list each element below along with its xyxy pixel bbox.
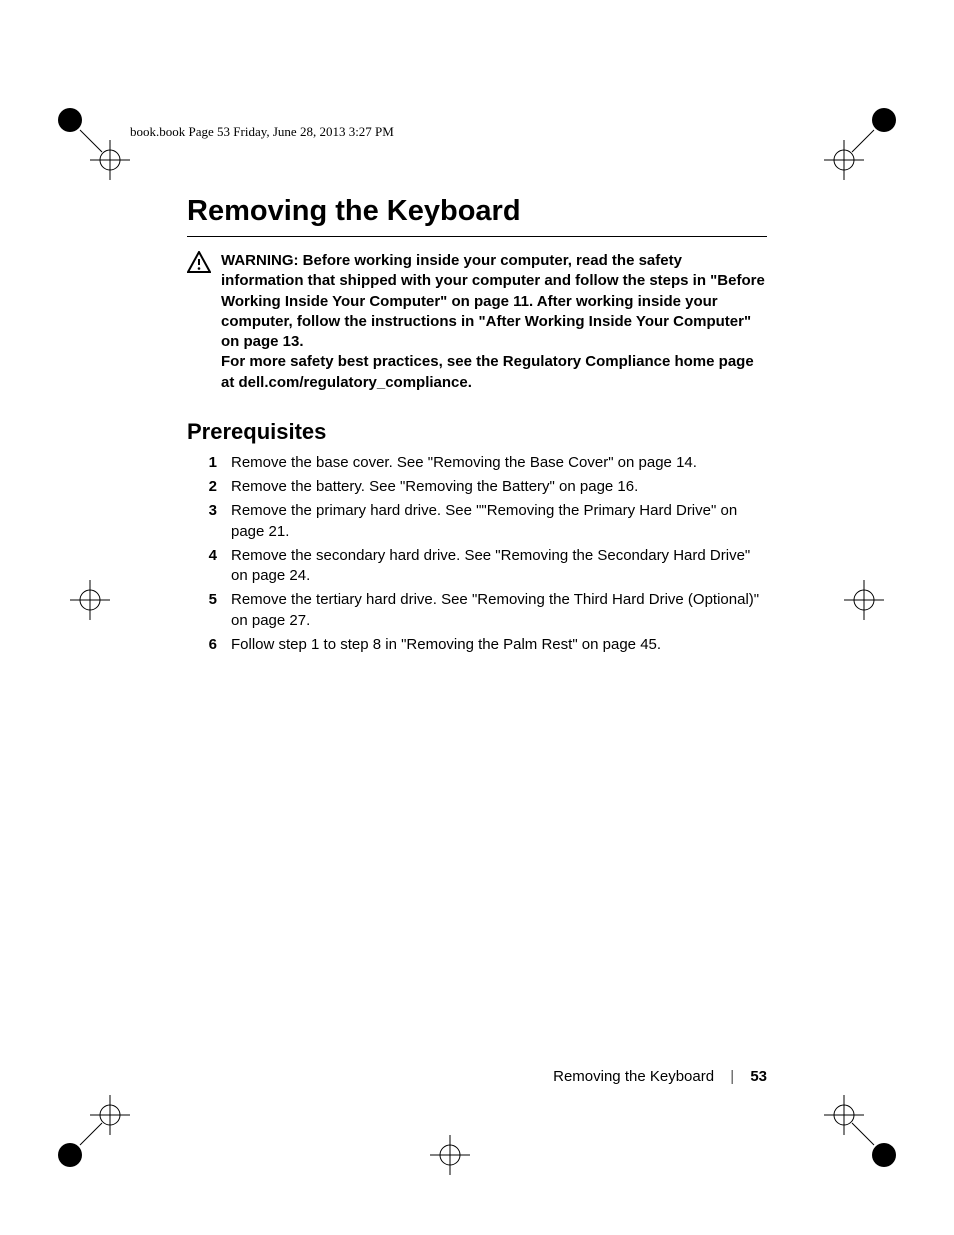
reg-mark-icon <box>430 1135 470 1175</box>
page-title: Removing the Keyboard <box>187 195 767 228</box>
content: Removing the Keyboard WARNING: Before wo… <box>187 195 767 659</box>
page-number: 53 <box>750 1068 767 1085</box>
reg-mark-icon <box>844 580 884 620</box>
reg-mark-icon <box>814 100 904 190</box>
warning-text: WARNING: Before working inside your comp… <box>221 251 767 393</box>
list-item: 1Remove the base cover. See "Removing th… <box>187 453 767 473</box>
reg-mark-icon <box>50 1085 140 1175</box>
footer-separator: | <box>730 1068 734 1085</box>
reg-mark-icon <box>70 580 110 620</box>
list-item: 5Remove the tertiary hard drive. See "Re… <box>187 590 767 631</box>
page: book.book Page 53 Friday, June 28, 2013 … <box>0 0 954 1235</box>
warning-body-2: For more safety best practices, see the … <box>221 353 754 390</box>
list-item: 4Remove the secondary hard drive. See "R… <box>187 546 767 587</box>
section-heading: Prerequisites <box>187 419 767 445</box>
footer-title: Removing the Keyboard <box>553 1068 714 1085</box>
prerequisites-list: 1Remove the base cover. See "Removing th… <box>187 453 767 655</box>
warning-icon <box>187 251 211 278</box>
reg-mark-icon <box>50 100 140 190</box>
list-item: 6Follow step 1 to step 8 in "Removing th… <box>187 635 767 655</box>
warning-label: WARNING: <box>221 252 299 269</box>
list-item: 3Remove the primary hard drive. See ""Re… <box>187 501 767 542</box>
rule <box>187 236 767 237</box>
page-footer: Removing the Keyboard | 53 <box>187 1068 767 1085</box>
print-header: book.book Page 53 Friday, June 28, 2013 … <box>130 124 394 140</box>
list-item: 2Remove the battery. See "Removing the B… <box>187 477 767 497</box>
warning-block: WARNING: Before working inside your comp… <box>187 251 767 393</box>
warning-body-1: Before working inside your computer, rea… <box>221 252 765 350</box>
reg-mark-icon <box>814 1085 904 1175</box>
